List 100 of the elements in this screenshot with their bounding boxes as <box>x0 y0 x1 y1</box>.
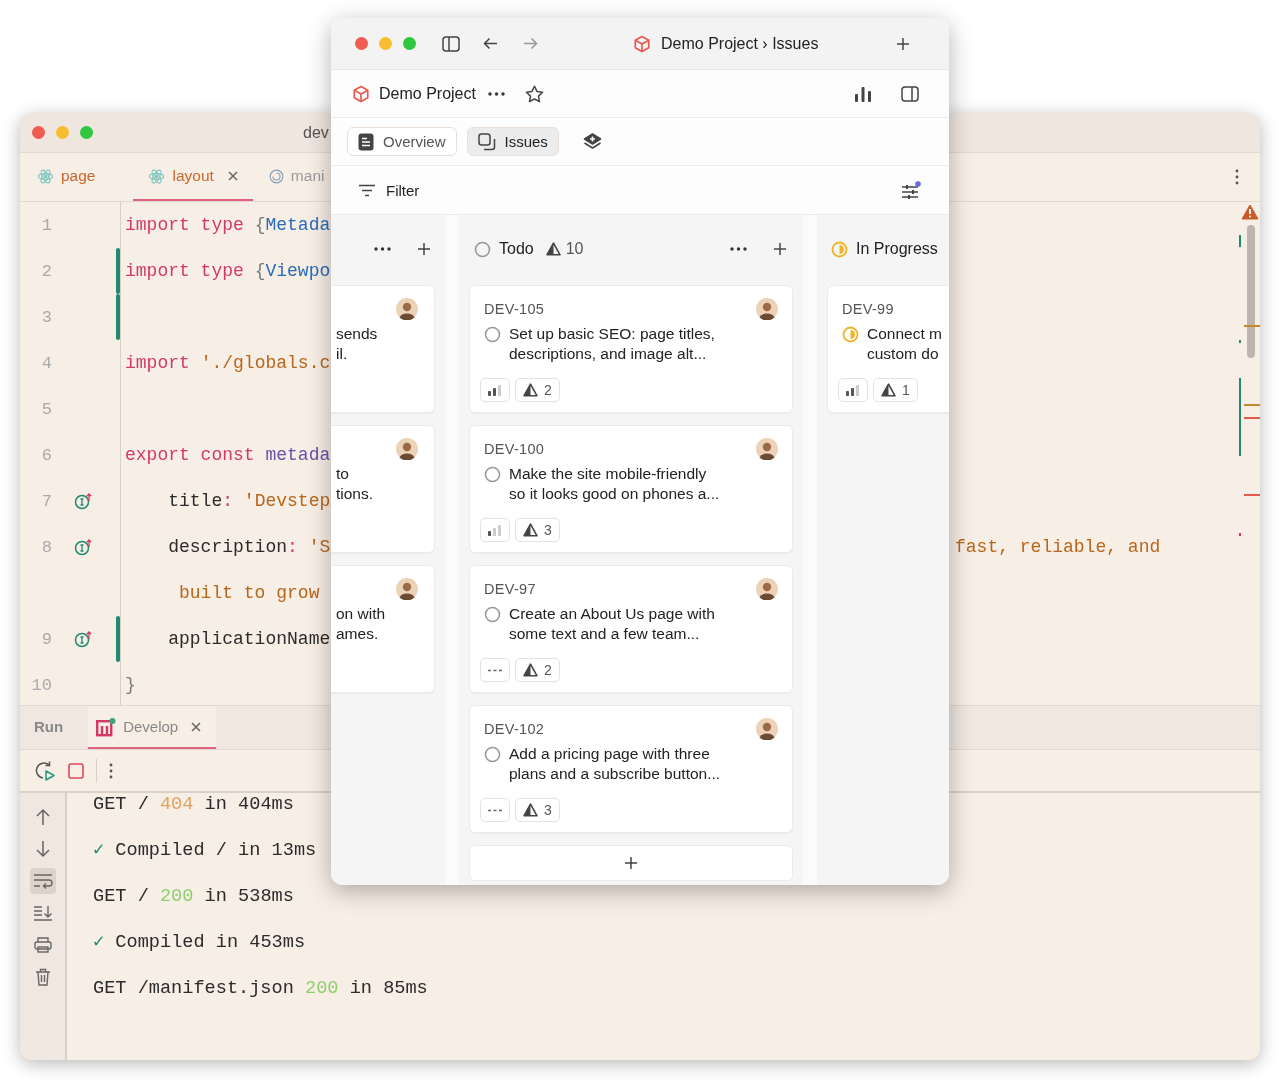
dashes-icon <box>488 808 502 812</box>
priority-chip[interactable] <box>480 378 510 402</box>
issue-title: Create an About Us page with some text and a few team... <box>509 604 715 644</box>
code-line: fast, reliable, and <box>955 537 1161 557</box>
plus-icon[interactable] <box>773 242 787 256</box>
issue-card[interactable]: sends il. <box>331 285 435 413</box>
atom-icon <box>148 167 166 185</box>
terminal-line: ✓ Compiled in 453ms <box>93 931 307 955</box>
close-icon[interactable] <box>190 720 203 733</box>
issue-card[interactable]: DEV-97 Create an About Us page with some text and a few team... 2 <box>469 565 793 693</box>
status-icon <box>842 326 859 343</box>
bar-chart-icon[interactable] <box>854 85 872 102</box>
estimate-value: 2 <box>544 662 552 678</box>
issue-id: DEV-99 <box>842 301 894 317</box>
arrow-down-icon <box>34 840 51 858</box>
more-icon[interactable] <box>730 247 747 251</box>
avatar-icon <box>396 438 418 460</box>
view-tab[interactable]: Issues <box>466 127 559 156</box>
estimate-value: 2 <box>544 382 552 398</box>
column-title: In Progress <box>856 240 938 258</box>
status-icon <box>484 746 501 763</box>
scrollbar[interactable] <box>1247 225 1255 358</box>
issue-title: Set up basic SEO: page titles, descriptions, and image alt... <box>509 324 715 364</box>
issue-title: Add a pricing page with three plans and a subscribe button... <box>509 744 721 784</box>
view-tab[interactable]: Overview <box>347 127 457 156</box>
line-number: 4 <box>41 354 52 373</box>
plus-icon[interactable] <box>417 242 431 256</box>
new-tab-icon[interactable] <box>896 36 910 51</box>
close-button[interactable] <box>355 37 368 50</box>
more-icon[interactable] <box>374 247 391 251</box>
more-icon[interactable] <box>487 91 505 96</box>
minimap-mark <box>1239 533 1241 536</box>
triangle-icon <box>523 523 538 537</box>
wrap-lines-icon <box>32 873 53 889</box>
atom-icon <box>37 167 54 185</box>
gutter-icon[interactable] <box>74 630 94 648</box>
estimate-value: 3 <box>544 522 552 538</box>
issue-count: 10 <box>565 240 584 258</box>
arrow-up-icon <box>34 808 51 826</box>
warning-icon[interactable] <box>1241 204 1259 220</box>
rerun-icon[interactable] <box>34 759 56 782</box>
issue-card[interactable]: to tions. <box>331 425 435 553</box>
code-line: import './globals.c <box>124 353 331 373</box>
issue-card[interactable]: DEV-99 Connect m custom do 1 <box>827 285 949 413</box>
estimate-chip[interactable]: 2 <box>515 658 560 682</box>
display-options-icon[interactable] <box>901 181 921 199</box>
estimate-chip[interactable]: 1 <box>873 378 918 402</box>
cube-icon <box>352 84 370 103</box>
issue-id: DEV-102 <box>484 721 545 737</box>
estimate-chip[interactable]: 3 <box>515 798 560 822</box>
issue-card[interactable]: DEV-105 Set up basic SEO: page titles, descriptions, and image alt... 2 <box>469 285 793 413</box>
status-icon <box>484 326 501 343</box>
more-icon[interactable] <box>109 762 113 779</box>
estimate-chip[interactable]: 2 <box>515 378 560 402</box>
triangle-icon <box>545 242 561 256</box>
layers-icon[interactable] <box>582 132 602 151</box>
breadcrumb: Demo Project › Issues <box>661 34 819 53</box>
soft-wrap-button[interactable] <box>29 868 56 894</box>
estimate-value: 1 <box>902 382 910 398</box>
close-icon[interactable] <box>226 170 239 182</box>
sidebar-toggle-icon[interactable] <box>442 35 460 52</box>
avatar-icon <box>396 578 418 600</box>
avatar-icon <box>756 578 778 600</box>
triangle-icon <box>523 803 538 817</box>
status-icon <box>831 240 848 258</box>
gutter-icon[interactable] <box>74 492 94 510</box>
line-number: 7 <box>41 492 52 511</box>
cube-icon <box>633 34 651 53</box>
avatar-icon <box>756 298 778 320</box>
document-icon <box>358 132 374 151</box>
close-button[interactable] <box>32 126 45 139</box>
filter-button[interactable]: Filter <box>358 181 420 199</box>
back-icon[interactable] <box>483 37 498 50</box>
panel-icon[interactable] <box>901 85 919 102</box>
column-title: Todo <box>499 240 534 258</box>
scroll-end-icon <box>32 905 53 921</box>
issue-title: to tions. <box>336 464 374 504</box>
issue-id: DEV-97 <box>484 581 536 597</box>
estimate-chip[interactable]: 3 <box>515 518 560 542</box>
line-number: 5 <box>41 400 52 419</box>
triangle-icon <box>523 383 538 397</box>
issue-card[interactable]: DEV-102 Add a pricing page with three plans and a subscribe button... 3 <box>469 705 793 833</box>
project-name: Demo Project <box>379 84 476 103</box>
priority-chip[interactable] <box>838 378 868 402</box>
line-number: 3 <box>41 308 52 327</box>
issue-card[interactable]: DEV-100 Make the site mobile-friendly so it looks good on phones a... 3 <box>469 425 793 553</box>
status-icon <box>474 240 491 258</box>
more-icon[interactable] <box>1235 169 1239 185</box>
run-config-icon <box>96 716 118 737</box>
gutter-icon[interactable] <box>74 538 94 556</box>
dashes-icon <box>488 668 502 672</box>
stop-icon[interactable] <box>68 762 84 779</box>
code-line: applicationName <box>167 629 331 649</box>
terminal-line: GET / 404 in 404ms <box>93 793 295 817</box>
line-number: 9 <box>41 630 52 649</box>
star-icon[interactable] <box>524 84 544 103</box>
forward-icon[interactable] <box>523 37 538 50</box>
plus-icon <box>624 856 638 870</box>
issue-card[interactable]: on with ames. <box>331 565 435 693</box>
terminal-line: ✓ Compiled / in 13ms <box>93 839 318 863</box>
